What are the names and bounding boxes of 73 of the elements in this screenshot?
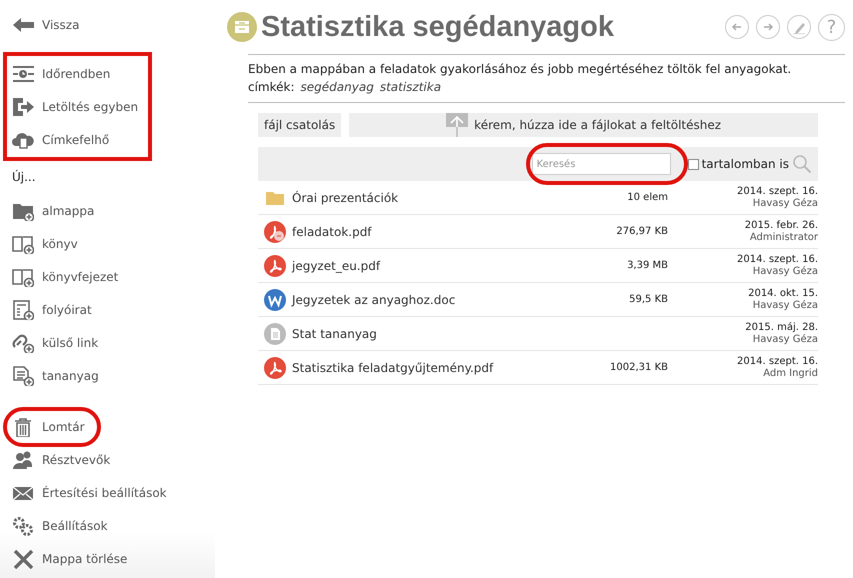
book-add-icon: [12, 234, 34, 254]
word-document-icon: [264, 288, 286, 310]
modified-date: 2014. okt. 15.: [748, 288, 818, 300]
modified-date: 2014. szept. 16.: [737, 254, 818, 266]
pdf-icon: [264, 254, 286, 276]
folder-description: Ebben a mappában a feladatok gyakorlásához és jobb megértéséhez töltök fel anyagokat.: [248, 62, 792, 76]
sidebar-item[interactable]: almappa: [0, 194, 94, 227]
file-size: 3,39 MB: [626, 260, 668, 271]
sidebar-item[interactable]: Letöltés egyben: [0, 90, 138, 123]
file-name-link[interactable]: feladatok.pdf: [292, 224, 558, 238]
search-icon: [792, 154, 812, 174]
sidebar-item[interactable]: könyv: [0, 227, 78, 260]
tag-link[interactable]: segédanyag: [300, 80, 374, 94]
file-name-link[interactable]: jegyzet_eu.pdf: [292, 258, 558, 272]
modified-date: 2015. máj. 28.: [745, 322, 818, 334]
owner-name: Havasy Géza: [752, 300, 818, 312]
sidebar-item[interactable]: Vissza: [0, 12, 80, 38]
sidebar-item[interactable]: folyóirat: [0, 293, 92, 326]
export-icon: [12, 96, 34, 116]
tag-link[interactable]: statisztika: [380, 80, 442, 94]
sidebar-item[interactable]: Értesítési beállítások: [0, 476, 167, 509]
file-size: 276,97 KB: [615, 226, 668, 237]
sidebar-item[interactable]: tananyag: [0, 359, 99, 392]
sidebar-item[interactable]: Címkefelhő: [0, 123, 110, 156]
file-size: 59,5 KB: [628, 294, 668, 305]
upload-arrow-icon: [446, 113, 468, 137]
link-add-icon: [12, 332, 34, 352]
drop-zone[interactable]: kérem, húzza ide a fájlokat a feltöltéshez: [349, 113, 818, 137]
attach-file-button[interactable]: fájl csatolás: [258, 113, 342, 137]
file-name-link[interactable]: Statisztika feladatgyűjtemény.pdf: [292, 360, 558, 374]
modified-date: 2014. szept. 16.: [737, 356, 818, 368]
cross-icon: [12, 548, 34, 568]
forward-button[interactable]: [756, 15, 780, 39]
back-button[interactable]: [725, 15, 749, 39]
file-name-link[interactable]: Jegyzetek az anyaghoz.doc: [292, 292, 558, 306]
sidebar-item[interactable]: Lomtár: [0, 410, 84, 443]
sidebar-item[interactable]: Résztvevők: [0, 443, 110, 476]
edit-button[interactable]: [787, 15, 811, 39]
sidebar-item[interactable]: Beállítások: [0, 509, 108, 542]
page-title: Statisztika segédanyagok: [261, 10, 615, 44]
file-size: 1002,31 KB: [609, 362, 668, 373]
tags-label: címkék:: [248, 80, 295, 94]
owner-name: Havasy Géza: [752, 334, 818, 346]
checkbox-label: tartalomban is: [702, 157, 789, 171]
owner-name: Adm Ingrid: [763, 368, 818, 380]
page-icon: [264, 322, 286, 344]
sidebar-item[interactable]: külső link: [0, 326, 98, 359]
file-name-link[interactable]: Órai prezentációk: [292, 190, 558, 204]
sidebar-item[interactable]: könyvfejezet: [0, 260, 118, 293]
owner-name: Havasy Géza: [752, 198, 818, 210]
modified-date: 2015. febr. 26.: [744, 220, 818, 232]
people-icon: [12, 450, 34, 470]
owner-name: Havasy Géza: [752, 266, 818, 278]
arrow-left-icon: [12, 15, 34, 35]
document-add-icon: [12, 366, 34, 386]
timeline-icon: [12, 64, 34, 84]
pdf-icon: [264, 220, 286, 242]
owner-name: Administrator: [750, 232, 818, 244]
book-add-icon: [12, 266, 34, 286]
section-heading: Új...: [11, 168, 36, 186]
journal-add-icon: [12, 300, 34, 320]
trash-icon: [12, 416, 34, 436]
checkbox[interactable]: [688, 158, 699, 170]
modified-date: 2014. szept. 16.: [737, 186, 818, 198]
file-name-link[interactable]: Stat tananyag: [292, 326, 558, 340]
sidebar-item[interactable]: Mappa törlése: [0, 542, 128, 575]
gears-icon: [12, 516, 34, 536]
search-field[interactable]: Keresés: [532, 153, 671, 175]
pencil-icon: [792, 20, 806, 34]
pdf-icon: [264, 356, 286, 378]
file-size: 10 elem: [626, 192, 668, 203]
sidebar-item[interactable]: Időrendben: [0, 57, 110, 90]
folder-badge-icon: [227, 12, 257, 42]
